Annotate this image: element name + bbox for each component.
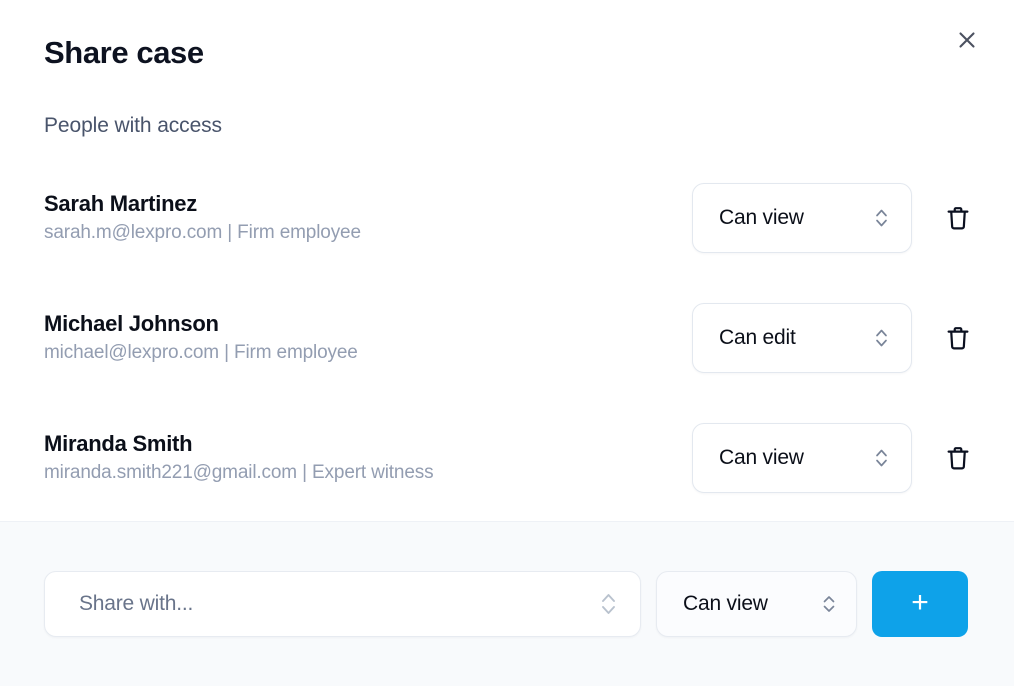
add-share-button[interactable]: + — [872, 571, 968, 637]
table-row: Michael Johnson michael@lexpro.com | Fir… — [44, 290, 982, 386]
table-row: Sarah Martinez sarah.m@lexpro.com | Firm… — [44, 170, 982, 266]
person-meta: miranda.smith221@gmail.com | Expert witn… — [44, 461, 692, 486]
chevron-up-down-icon — [874, 325, 889, 351]
person-info: Miranda Smith miranda.smith221@gmail.com… — [44, 430, 692, 485]
new-share-permission-select[interactable]: Can view — [656, 571, 857, 637]
delete-person-button[interactable] — [934, 194, 982, 242]
person-info: Michael Johnson michael@lexpro.com | Fir… — [44, 310, 692, 365]
person-info: Sarah Martinez sarah.m@lexpro.com | Firm… — [44, 190, 692, 245]
chevron-up-down-icon — [874, 205, 889, 231]
permission-select-value: Can view — [719, 446, 804, 470]
delete-person-button[interactable] — [934, 434, 982, 482]
new-share-permission-value: Can view — [683, 592, 768, 616]
person-name: Miranda Smith — [44, 430, 692, 459]
row-controls: Can edit — [692, 303, 982, 373]
trash-icon — [944, 324, 972, 352]
permission-select[interactable]: Can view — [692, 423, 912, 493]
row-controls: Can view — [692, 183, 982, 253]
plus-icon: + — [911, 588, 929, 618]
share-with-placeholder: Share with... — [79, 592, 193, 616]
modal-header: Share case People with access — [0, 0, 1014, 138]
section-label-people-with-access: People with access — [44, 114, 970, 138]
share-footer: Share with... Can view + — [0, 521, 1014, 686]
trash-icon — [944, 204, 972, 232]
person-name: Michael Johnson — [44, 310, 692, 339]
permission-select[interactable]: Can edit — [692, 303, 912, 373]
person-name: Sarah Martinez — [44, 190, 692, 219]
share-with-input[interactable]: Share with... — [44, 571, 641, 637]
person-meta: sarah.m@lexpro.com | Firm employee — [44, 221, 692, 246]
page-title: Share case — [44, 36, 970, 70]
chevron-up-down-icon — [822, 592, 836, 616]
permission-select-value: Can edit — [719, 326, 796, 350]
row-controls: Can view — [692, 423, 982, 493]
chevron-up-down-icon — [874, 445, 889, 471]
share-case-modal: Share case People with access Sarah Mart… — [0, 0, 1014, 686]
trash-icon — [944, 444, 972, 472]
people-with-access-list: Sarah Martinez sarah.m@lexpro.com | Firm… — [0, 138, 1014, 521]
table-row: Miranda Smith miranda.smith221@gmail.com… — [44, 410, 982, 506]
permission-select[interactable]: Can view — [692, 183, 912, 253]
close-button[interactable] — [950, 23, 984, 57]
delete-person-button[interactable] — [934, 314, 982, 362]
chevron-up-down-icon — [599, 589, 618, 619]
permission-select-value: Can view — [719, 206, 804, 230]
close-icon — [955, 28, 979, 52]
person-meta: michael@lexpro.com | Firm employee — [44, 341, 692, 366]
